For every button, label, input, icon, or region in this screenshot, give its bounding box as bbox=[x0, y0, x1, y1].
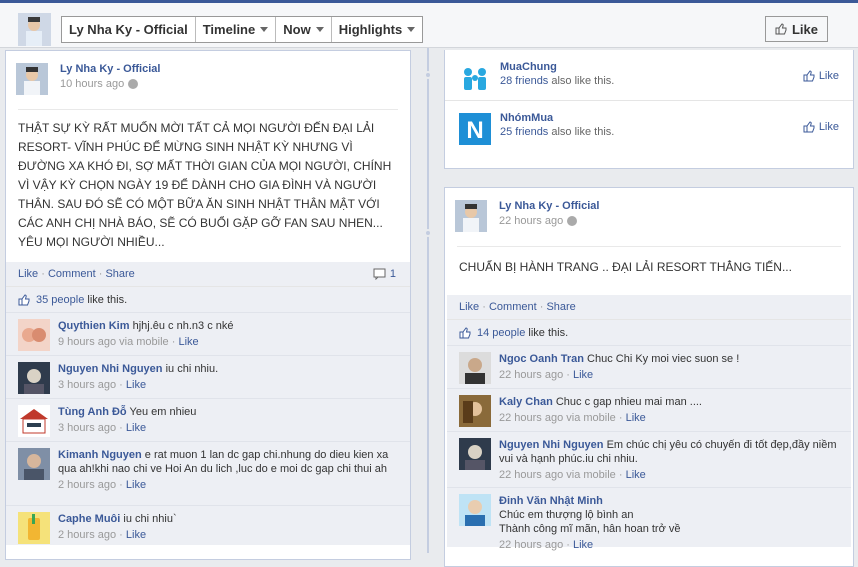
thumbs-up-icon bbox=[18, 293, 30, 305]
page-avatar[interactable] bbox=[18, 13, 51, 46]
page-item: N NhómMua 25 friends also like this. Lik… bbox=[445, 101, 853, 152]
post-actions: Like · Comment · Share bbox=[447, 295, 851, 319]
comment-link[interactable]: Comment bbox=[48, 268, 96, 280]
share-link[interactable]: Share bbox=[105, 268, 134, 280]
comment-item: Quythien Kim hjhj.êu c nh.n3 c nké 9 hou… bbox=[6, 312, 410, 355]
comment-like-link[interactable]: Like bbox=[126, 479, 146, 491]
comment-like-link[interactable]: Like bbox=[626, 412, 646, 424]
likes-summary: 35 people like this. bbox=[6, 286, 410, 312]
comment-icon bbox=[373, 268, 386, 280]
commenter-avatar[interactable] bbox=[459, 494, 491, 526]
commenter-avatar[interactable] bbox=[18, 362, 50, 394]
chevron-down-icon bbox=[260, 27, 269, 32]
author-avatar[interactable] bbox=[455, 200, 487, 232]
post-author[interactable]: Ly Nha Ky - Official bbox=[499, 200, 599, 212]
page-nav: Ly Nha Ky - Official Timeline Now Highli… bbox=[61, 16, 424, 43]
like-link[interactable]: Like bbox=[459, 301, 479, 313]
post-actions: Like · Comment · Share 1 bbox=[6, 262, 410, 286]
like-page-button[interactable]: Like bbox=[764, 16, 828, 42]
comment-item: Ngoc Oanh Tran Chuc Chi Ky moi viec suon… bbox=[447, 345, 851, 388]
comment-like-link[interactable]: Like bbox=[178, 336, 198, 348]
now-dropdown[interactable]: Now bbox=[276, 17, 332, 42]
comment-count[interactable]: 1 bbox=[373, 262, 396, 286]
commenter-avatar[interactable] bbox=[459, 438, 491, 470]
like-page-link[interactable]: Like bbox=[803, 70, 839, 82]
commenter-avatar[interactable] bbox=[18, 405, 50, 437]
post-time[interactable]: 22 hours ago bbox=[499, 215, 578, 227]
post-header: Ly Nha Ky - Official 10 hours ago bbox=[6, 51, 410, 109]
commenter-avatar[interactable] bbox=[18, 512, 50, 544]
author-avatar[interactable] bbox=[16, 63, 48, 95]
post-text: THẬT SỰ KỲ RẤT MUỐN MỜI TẤT CẢ MỌI NGƯỜI… bbox=[18, 121, 392, 249]
comment-item: Kimanh Nguyen e rat muon 1 lan dc gap ch… bbox=[6, 441, 410, 505]
likes-count[interactable]: 35 people bbox=[36, 294, 84, 306]
post-author[interactable]: Ly Nha Ky - Official bbox=[60, 63, 160, 75]
like-page-link[interactable]: Like bbox=[803, 121, 839, 133]
comment-item: Đinh Văn Nhật Minh Chúc em thượng lộ bình… bbox=[447, 487, 851, 551]
comment-like-link[interactable]: Like bbox=[126, 529, 146, 541]
timeline-dot bbox=[424, 229, 432, 237]
comment-like-link[interactable]: Like bbox=[573, 369, 593, 381]
thumbs-up-icon bbox=[459, 326, 471, 338]
chevron-down-icon bbox=[407, 27, 416, 32]
comment-item: Nguyen Nhi Nguyen iu chi nhiu. 3 hours a… bbox=[6, 355, 410, 398]
commenter-avatar[interactable] bbox=[18, 319, 50, 351]
comment-item: Tùng Anh Đỗ Yeu em nhieu 3 hours ago · L… bbox=[6, 398, 410, 441]
comment-item: Caphe Muôi iu chi nhiu` 2 hours ago · Li… bbox=[6, 505, 410, 545]
right-post: Ly Nha Ky - Official 22 hours ago CHUẨN … bbox=[444, 187, 854, 567]
likes-summary: 14 people like this. bbox=[447, 319, 851, 345]
thumbs-up-icon bbox=[803, 70, 815, 82]
comment-like-link[interactable]: Like bbox=[626, 469, 646, 481]
timeline-dropdown[interactable]: Timeline bbox=[196, 17, 277, 42]
likes-count[interactable]: 14 people bbox=[477, 327, 525, 339]
chevron-down-icon bbox=[315, 27, 324, 32]
page-item: MuaChung 28 friends also like this. Like bbox=[445, 50, 853, 101]
commenter-avatar[interactable] bbox=[459, 352, 491, 384]
timeline-spine bbox=[427, 48, 429, 553]
svg-text:N: N bbox=[466, 117, 483, 144]
globe-icon bbox=[567, 216, 578, 226]
like-link[interactable]: Like bbox=[18, 268, 38, 280]
muachung-logo[interactable] bbox=[459, 62, 491, 94]
highlights-dropdown[interactable]: Highlights bbox=[332, 17, 423, 42]
comment-like-link[interactable]: Like bbox=[126, 379, 146, 391]
comment-item: Nguyen Nhi Nguyen Em chúc chị yêu có chu… bbox=[447, 431, 851, 487]
comment-link[interactable]: Comment bbox=[489, 301, 537, 313]
nhommua-logo[interactable]: N bbox=[459, 113, 491, 145]
post-time[interactable]: 10 hours ago bbox=[60, 78, 139, 90]
globe-icon bbox=[128, 79, 139, 89]
comment-like-link[interactable]: Like bbox=[126, 422, 146, 434]
comment-item: Kaly Chan Chuc c gap nhieu mai man .... … bbox=[447, 388, 851, 431]
page-header: Ly Nha Ky - Official Timeline Now Highli… bbox=[0, 0, 858, 48]
thumbs-up-icon bbox=[775, 23, 787, 35]
post-header: Ly Nha Ky - Official 22 hours ago bbox=[445, 188, 853, 246]
left-post: Ly Nha Ky - Official 10 hours ago THẬT S… bbox=[5, 50, 411, 560]
thumbs-up-icon bbox=[803, 121, 815, 133]
commenter-avatar[interactable] bbox=[459, 395, 491, 427]
post-text: CHUẨN BỊ HÀNH TRANG .. ĐẠI LẢI RESORT TH… bbox=[459, 260, 792, 274]
timeline-dot bbox=[424, 71, 432, 79]
share-link[interactable]: Share bbox=[546, 301, 575, 313]
page-name-button[interactable]: Ly Nha Ky - Official bbox=[62, 17, 196, 42]
comment-like-link[interactable]: Like bbox=[573, 539, 593, 551]
suggested-pages: MuaChung 28 friends also like this. Like… bbox=[444, 50, 854, 169]
commenter-avatar[interactable] bbox=[18, 448, 50, 480]
